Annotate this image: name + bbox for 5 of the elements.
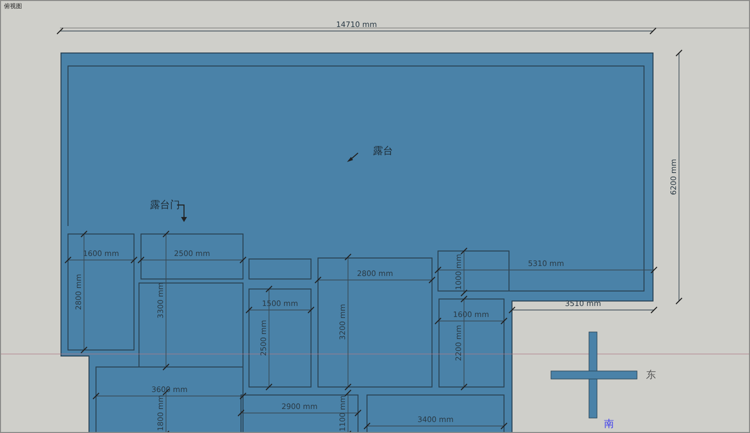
compass-south-label: 南 xyxy=(604,419,614,430)
leader-line xyxy=(347,152,358,162)
room-label: 露台 xyxy=(373,146,393,157)
compass-east-label: 东 xyxy=(646,370,656,381)
compass-cross-icon xyxy=(550,332,638,418)
